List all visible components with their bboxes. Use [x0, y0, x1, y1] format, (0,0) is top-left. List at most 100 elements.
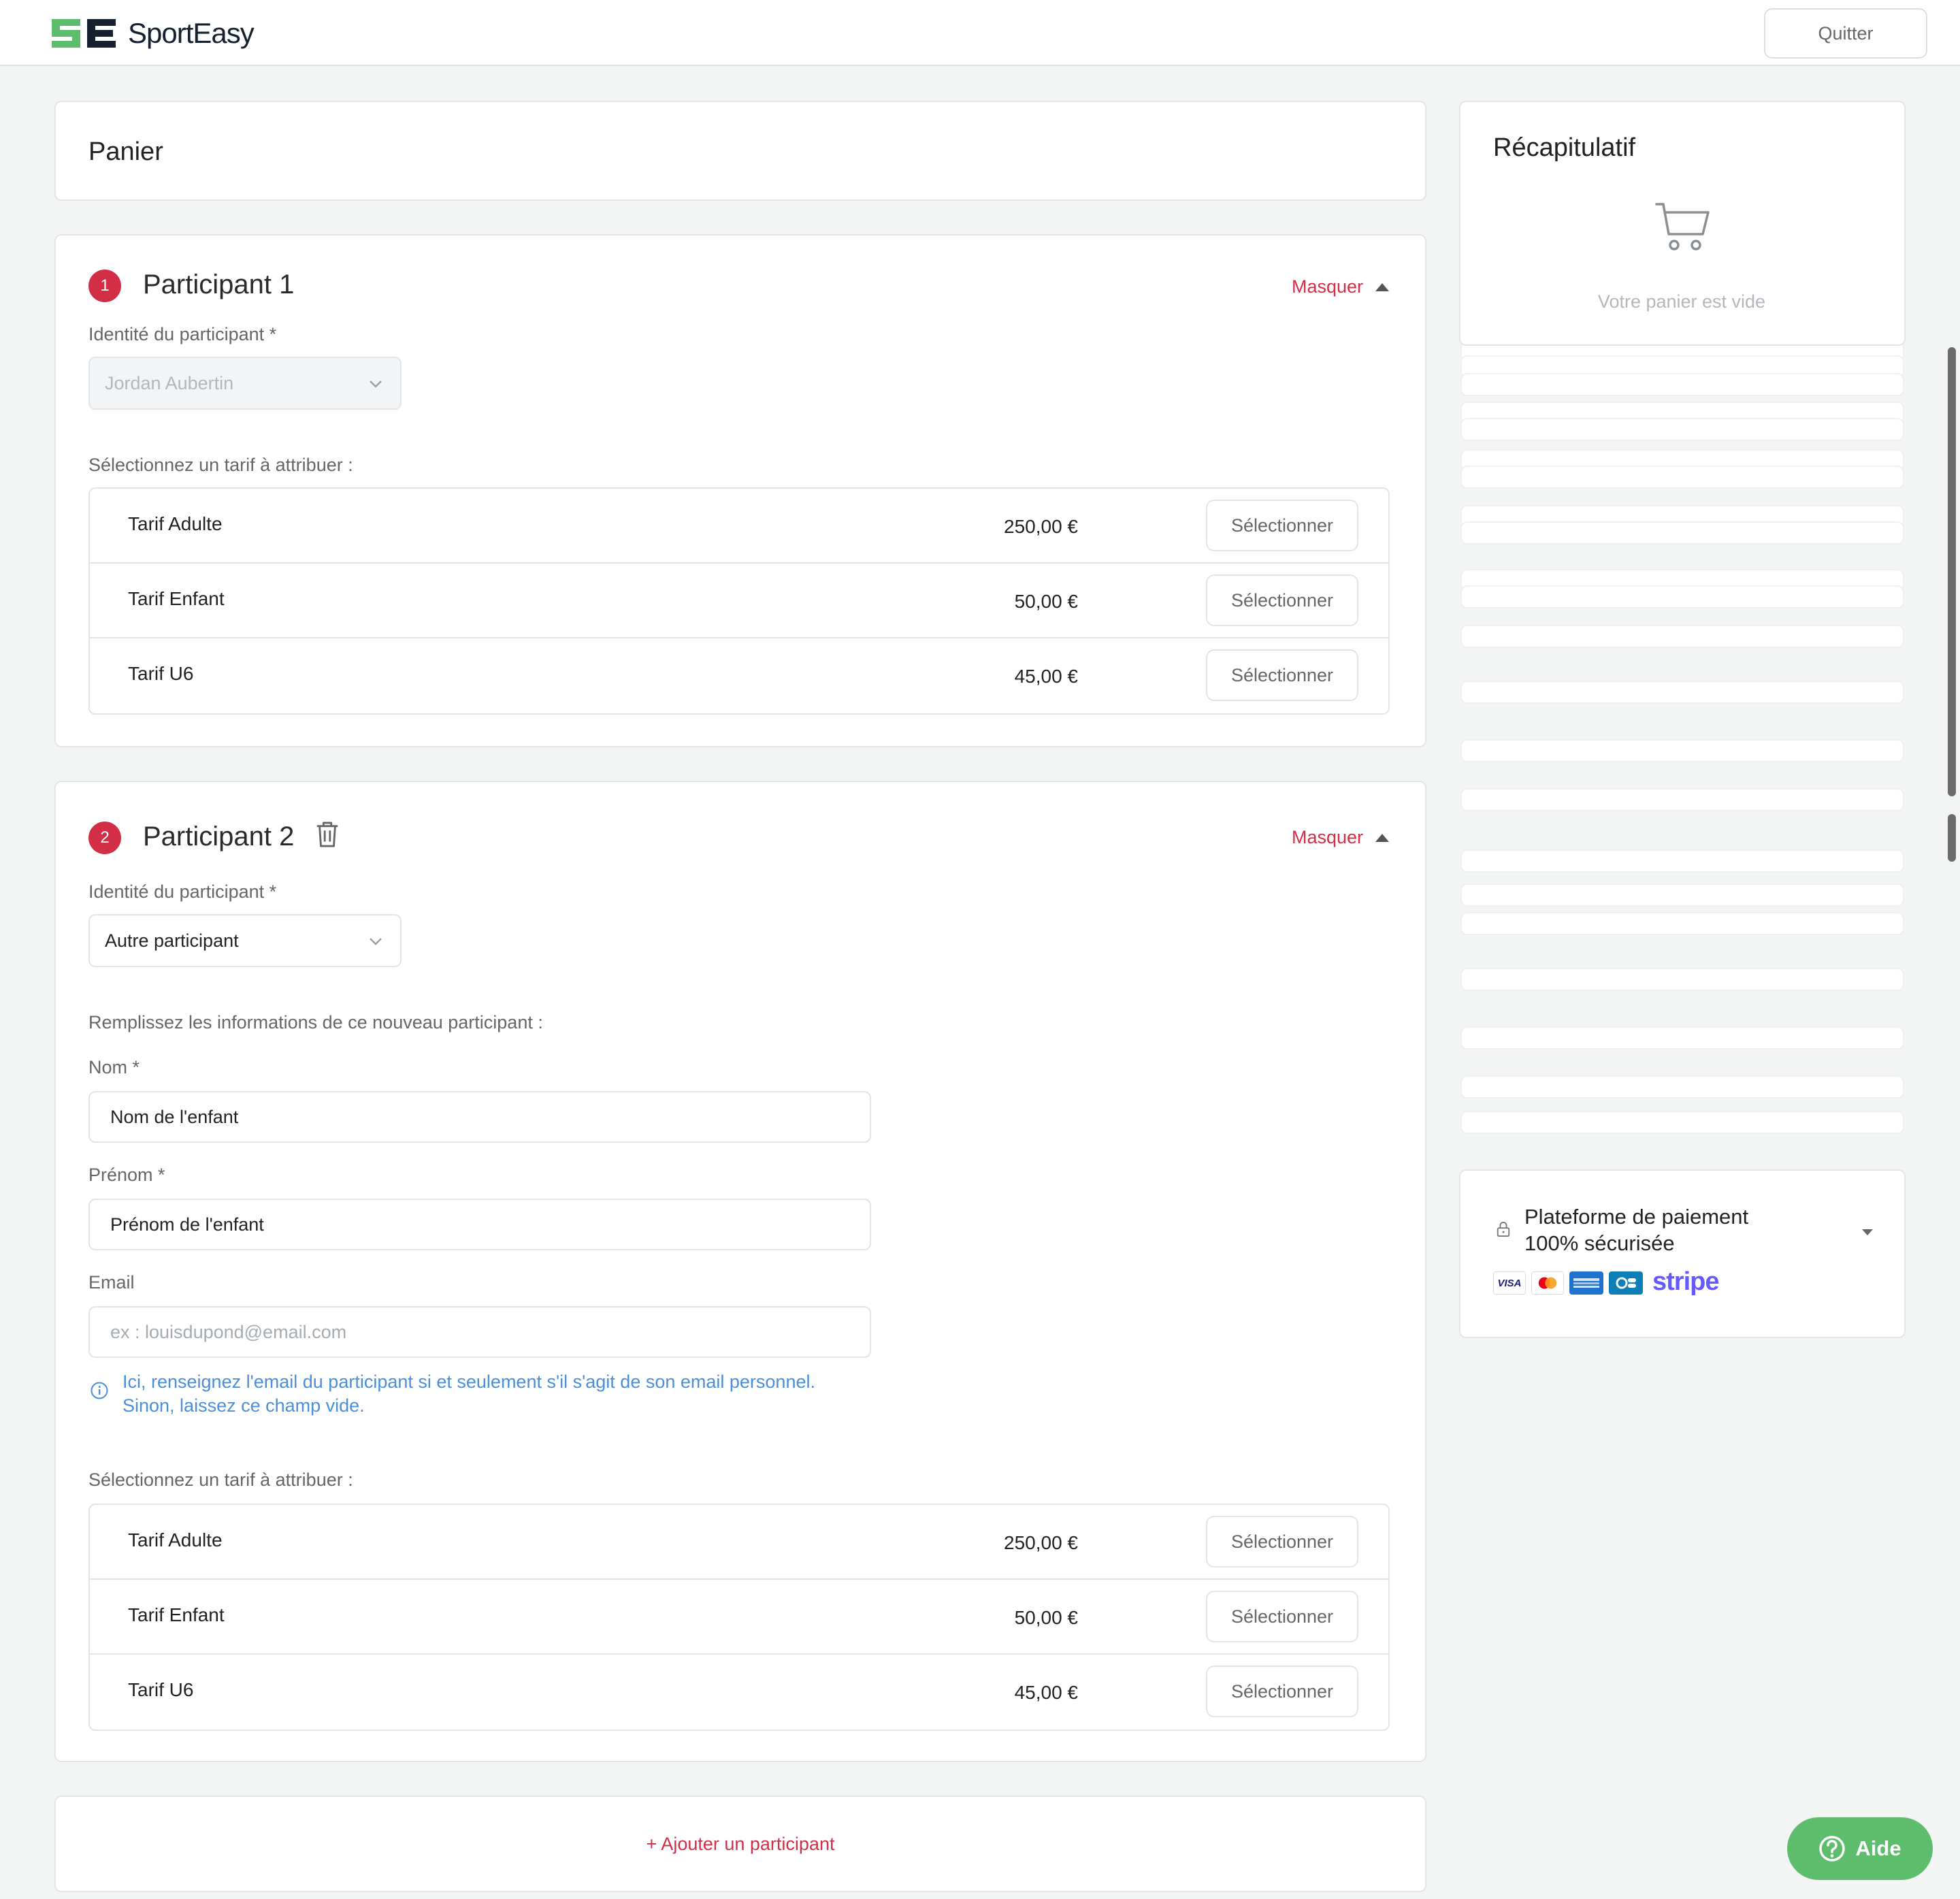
- summary-skeleton-row: [1460, 739, 1904, 762]
- summary-skeleton-row: [1460, 1111, 1904, 1134]
- tariff-price: 50,00 €: [1014, 1607, 1078, 1628]
- tariff-price: 45,00 €: [1014, 1682, 1078, 1703]
- select-tariff-button[interactable]: Sélectionner: [1206, 1516, 1358, 1568]
- select-tariff-button[interactable]: Sélectionner: [1206, 1591, 1358, 1642]
- payment-security-text: Plateforme de paiement 100% sécurisée: [1524, 1203, 1748, 1256]
- nom-label: Nom *: [88, 1057, 140, 1077]
- tariff-row: Tarif Adulte 250,00 € Sélectionner: [90, 1505, 1388, 1580]
- chevron-up-icon: [1375, 833, 1390, 842]
- chevron-down-icon: [370, 938, 382, 945]
- tariff-name: Tarif Enfant: [128, 1604, 225, 1625]
- tariff-table: Tarif Adulte 250,00 € Sélectionner Tarif…: [88, 487, 1390, 715]
- chevron-up-icon: [1375, 282, 1390, 291]
- identity-select[interactable]: Autre participant: [88, 914, 402, 967]
- participant-2-title: Participant 2: [143, 822, 295, 851]
- summary-skeleton-row: [1460, 912, 1904, 935]
- amex-icon: [1569, 1271, 1603, 1295]
- scrollbar-thumb[interactable]: [1948, 347, 1956, 796]
- identity-select-value: Autre participant: [105, 930, 239, 951]
- prenom-field[interactable]: [88, 1199, 871, 1250]
- identity-select[interactable]: Jordan Aubertin: [88, 357, 402, 410]
- tariff-name: Tarif U6: [128, 1679, 194, 1700]
- summary-skeleton-row: [1460, 849, 1904, 873]
- lock-icon: [1497, 1222, 1510, 1237]
- toggle-label: Masquer: [1292, 827, 1364, 847]
- tariff-price: 45,00 €: [1014, 666, 1078, 687]
- select-tariff-button[interactable]: Sélectionner: [1206, 500, 1358, 551]
- stripe-logo: stripe: [1652, 1267, 1719, 1296]
- tariff-name: Tarif Enfant: [128, 588, 225, 609]
- email-label: Email: [88, 1272, 135, 1293]
- trash-icon[interactable]: [314, 820, 340, 849]
- participant-2-hide-toggle[interactable]: Masquer: [1292, 827, 1390, 848]
- summary-skeleton-row: [1460, 788, 1904, 811]
- prenom-label: Prénom *: [88, 1165, 165, 1185]
- logo-mark-icon: [52, 19, 116, 48]
- tariff-prompt: Sélectionnez un tarif à attribuer :: [88, 1470, 353, 1490]
- tariff-name: Tarif U6: [128, 663, 194, 684]
- visa-icon: VISA: [1493, 1271, 1526, 1295]
- summary-skeleton-row: [1460, 373, 1904, 396]
- tariff-price: 250,00 €: [1004, 1532, 1078, 1553]
- summary-skeleton-row: [1460, 521, 1904, 545]
- summary-skeleton-row: [1460, 883, 1904, 907]
- question-icon: [1819, 1836, 1846, 1862]
- select-tariff-button[interactable]: Sélectionner: [1206, 649, 1358, 701]
- logo-text: SportEasy: [128, 17, 255, 49]
- scrollbar-handle[interactable]: [1948, 814, 1956, 862]
- help-label: Aide: [1855, 1836, 1901, 1860]
- tariff-row: Tarif U6 45,00 € Sélectionner: [90, 1655, 1388, 1730]
- top-bar: SportEasy Quitter: [0, 0, 1960, 66]
- payment-line-1: Plateforme de paiement: [1524, 1205, 1749, 1229]
- participant-1-number: 1: [88, 270, 121, 302]
- nom-field[interactable]: [88, 1091, 871, 1143]
- identity-label: Identité du participant *: [88, 881, 277, 902]
- chevron-down-icon: [370, 380, 382, 388]
- shopping-cart-icon: [1655, 203, 1710, 250]
- add-participant-link[interactable]: + Ajouter un participant: [54, 1834, 1426, 1855]
- toggle-label: Masquer: [1292, 276, 1364, 297]
- cart-header-card: Panier: [54, 101, 1426, 201]
- fill-info-prompt: Remplissez les informations de ce nouvea…: [88, 1012, 543, 1033]
- participant-2-number: 2: [88, 822, 121, 854]
- participant-1-title: Participant 1: [143, 270, 295, 299]
- identity-select-value: Jordan Aubertin: [105, 372, 234, 393]
- summary-skeleton-row: [1460, 968, 1904, 991]
- caret-down-icon[interactable]: [1862, 1229, 1873, 1235]
- tariff-row: Tarif U6 45,00 € Sélectionner: [90, 638, 1388, 713]
- tariff-price: 50,00 €: [1014, 591, 1078, 612]
- summary-skeleton-row: [1460, 466, 1904, 489]
- quit-button[interactable]: Quitter: [1764, 8, 1927, 59]
- tariff-price: 250,00 €: [1004, 516, 1078, 537]
- participant-1-hide-toggle[interactable]: Masquer: [1292, 276, 1390, 297]
- tariff-prompt: Sélectionnez un tarif à attribuer :: [88, 455, 353, 475]
- summary-skeleton-row: [1460, 681, 1904, 704]
- tariff-row: Tarif Enfant 50,00 € Sélectionner: [90, 1580, 1388, 1655]
- summary-title: Récapitulatif: [1493, 133, 1636, 162]
- select-tariff-button[interactable]: Sélectionner: [1206, 1666, 1358, 1717]
- identity-label: Identité du participant *: [88, 324, 277, 344]
- empty-cart-text: Votre panier est vide: [1597, 291, 1766, 312]
- participant-1-card: 1 Participant 1 Masquer Identité du part…: [54, 234, 1426, 747]
- select-tariff-button[interactable]: Sélectionner: [1206, 574, 1358, 626]
- participant-2-card: 2 Participant 2 Masquer Identité du part…: [54, 781, 1426, 1762]
- help-button[interactable]: Aide: [1787, 1817, 1933, 1880]
- tariff-name: Tarif Adulte: [128, 1529, 223, 1551]
- tariff-row: Tarif Enfant 50,00 € Sélectionner: [90, 564, 1388, 638]
- tariff-table: Tarif Adulte 250,00 € Sélectionner Tarif…: [88, 1504, 1390, 1731]
- cb-card-icon: [1609, 1271, 1643, 1295]
- email-field[interactable]: [88, 1306, 871, 1358]
- sporteasy-logo[interactable]: SportEasy: [49, 16, 255, 50]
- email-info-line-2: Sinon, laissez ce champ vide.: [122, 1395, 365, 1416]
- cart-title: Panier: [88, 137, 163, 166]
- tariff-row: Tarif Adulte 250,00 € Sélectionner: [90, 489, 1388, 564]
- mastercard-icon: [1531, 1271, 1564, 1295]
- info-icon: [91, 1382, 108, 1399]
- payment-line-2: 100% sécurisée: [1524, 1231, 1675, 1255]
- email-info-line-1: Ici, renseignez l'email du participant s…: [122, 1372, 815, 1392]
- summary-skeleton-row: [1460, 625, 1904, 648]
- summary-skeleton-row: [1460, 418, 1904, 441]
- summary-skeleton-row: [1460, 585, 1904, 608]
- summary-skeleton-row: [1460, 1026, 1904, 1050]
- email-info-text: Ici, renseignez l'email du participant s…: [122, 1370, 815, 1418]
